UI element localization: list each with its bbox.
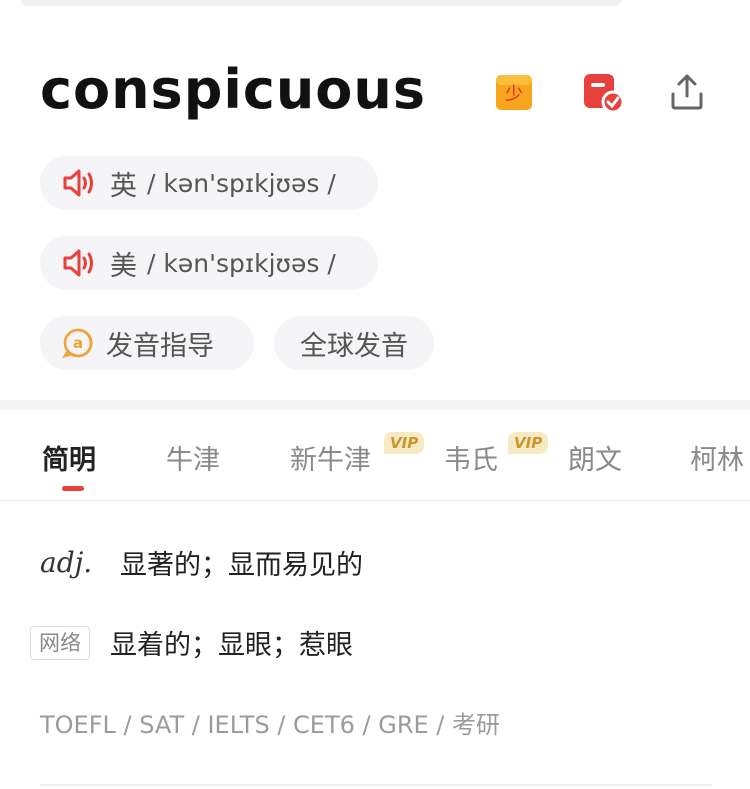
tab-webster[interactable]: 韦氏	[444, 438, 498, 477]
tab-oxford[interactable]: 牛津	[166, 438, 220, 477]
definition-row: adj. 显著的；显而易见的	[40, 543, 363, 582]
pronunciation-guide-label: 发音指导	[106, 330, 214, 362]
uk-pronunciation-button[interactable]: 英 / kən'spɪkjʊəs /	[40, 156, 378, 210]
vip-badge: VIP	[508, 432, 549, 454]
pronunciation-guide-icon: a	[62, 328, 93, 359]
search-bar-edge[interactable]	[20, 0, 622, 6]
web-definition-row: 网络 显着的；显眼；惹眼	[30, 623, 353, 662]
share-icon[interactable]	[667, 72, 707, 112]
us-phonetic: / kən'spɪkjʊəs /	[147, 248, 336, 278]
web-badge: 网络	[30, 625, 90, 660]
definition-text: 显著的；显而易见的	[120, 550, 363, 581]
us-pronunciation-button[interactable]: 美 / kən'spɪkjʊəs /	[40, 236, 378, 290]
uk-label: 英	[110, 170, 137, 202]
tab-longman[interactable]: 朗文	[568, 438, 622, 477]
active-tab-indicator	[62, 486, 84, 491]
tab-new-oxford[interactable]: 新牛津	[290, 438, 371, 477]
pronunciation-guide-button[interactable]: a 发音指导	[40, 316, 254, 370]
speaker-icon	[63, 249, 93, 277]
part-of-speech: adj.	[40, 546, 93, 579]
tab-collins[interactable]: 柯林	[690, 438, 744, 477]
exam-tags: TOEFL / SAT / IELTS / CET6 / GRE / 考研	[40, 711, 500, 739]
uk-phonetic: / kən'spɪkjʊəs /	[147, 168, 336, 198]
global-pronunciation-label: 全球发音	[300, 330, 408, 362]
svg-text:a: a	[73, 334, 83, 352]
web-definition-text: 显着的；显眼；惹眼	[110, 630, 353, 661]
tab-concise[interactable]: 简明	[42, 438, 96, 477]
vip-badge: VIP	[384, 432, 425, 454]
headword: conspicuous	[40, 58, 426, 121]
dictionary-tabs: 简明 牛津 新牛津 VIP 韦氏 VIP 朗文 柯林	[0, 420, 750, 501]
bottom-divider	[40, 784, 712, 786]
global-pronunciation-button[interactable]: 全球发音	[274, 316, 434, 370]
us-label: 美	[110, 250, 137, 282]
wordbook-icon[interactable]	[582, 72, 625, 114]
svg-text:少: 少	[505, 84, 523, 105]
speaker-icon	[63, 169, 93, 197]
kids-mode-icon[interactable]: 少	[494, 72, 534, 112]
section-divider	[0, 400, 750, 410]
